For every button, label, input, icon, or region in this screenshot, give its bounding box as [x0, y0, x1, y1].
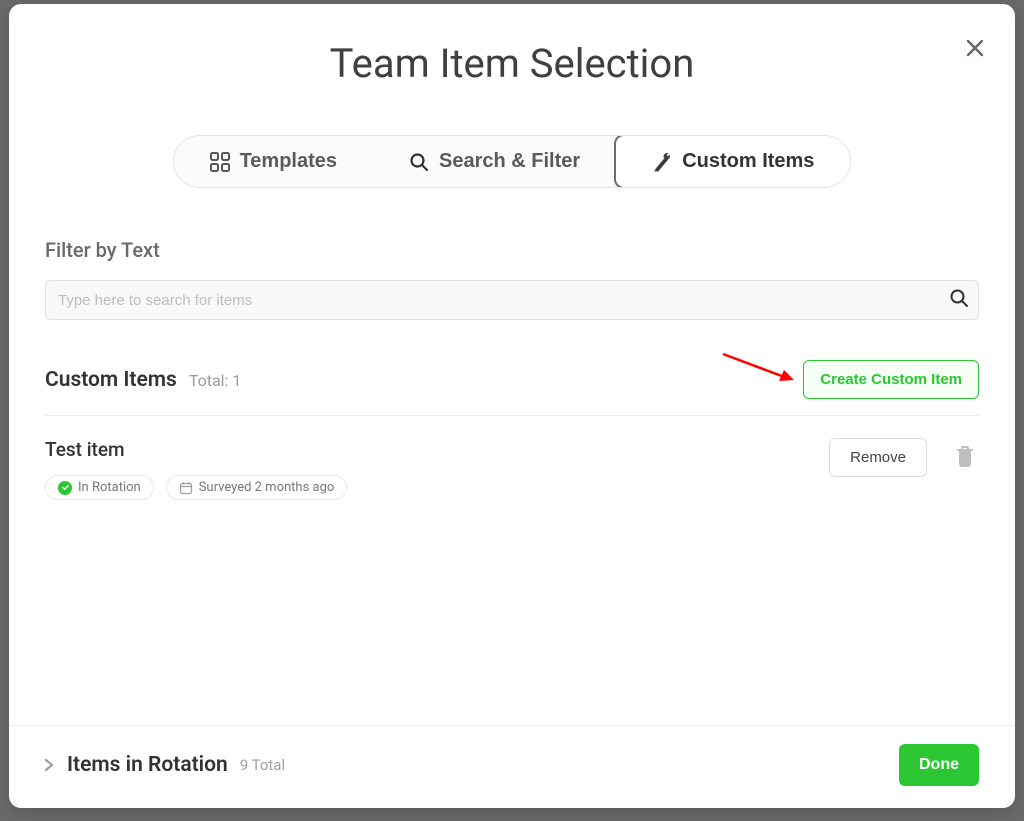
- item-chips: In Rotation Surveyed 2 months ago: [45, 475, 347, 500]
- chip-label: In Rotation: [78, 480, 141, 495]
- tab-group: Templates Search & Filter Custom Items: [173, 135, 852, 188]
- custom-items-total: Total: 1: [189, 371, 242, 390]
- chip-surveyed: Surveyed 2 months ago: [166, 475, 348, 500]
- item-title: Test item: [45, 438, 347, 461]
- items-rotation-toggle[interactable]: Items in Rotation 9 Total: [43, 753, 285, 777]
- custom-items-title: Custom Items: [45, 368, 177, 392]
- search-input[interactable]: [45, 280, 979, 320]
- custom-items-header: Custom Items Total: 1 Create Custom Item: [45, 360, 979, 416]
- tab-templates[interactable]: Templates: [174, 136, 373, 187]
- annotation-arrow: [719, 348, 799, 386]
- footer-title: Items in Rotation: [67, 753, 228, 777]
- chip-rotation: In Rotation: [45, 475, 154, 500]
- chevron-right-icon: [43, 757, 55, 773]
- tab-custom-items[interactable]: Custom Items: [614, 135, 851, 188]
- chip-label: Surveyed 2 months ago: [199, 480, 335, 495]
- modal-footer: Items in Rotation 9 Total Done: [9, 725, 1015, 808]
- trash-icon: [955, 445, 975, 467]
- check-badge-icon: [58, 481, 72, 495]
- done-button[interactable]: Done: [899, 744, 979, 786]
- modal: Team Item Selection Templates Search & F…: [9, 4, 1015, 808]
- tab-search-filter[interactable]: Search & Filter: [373, 136, 616, 187]
- filter-label: Filter by Text: [45, 238, 979, 262]
- tab-label: Custom Items: [682, 150, 814, 173]
- tab-label: Templates: [240, 150, 337, 173]
- grid-icon: [210, 152, 230, 172]
- search-icon: [949, 288, 969, 312]
- close-button[interactable]: [959, 32, 991, 64]
- calendar-icon: [179, 481, 193, 495]
- modal-title: Team Item Selection: [45, 40, 979, 87]
- remove-button[interactable]: Remove: [829, 438, 927, 477]
- footer-subtitle: 9 Total: [240, 756, 285, 774]
- custom-item-row: Test item In Rotation Surveyed 2 months …: [45, 416, 979, 522]
- tab-bar: Templates Search & Filter Custom Items: [45, 135, 979, 188]
- search-container: [45, 280, 979, 320]
- tab-label: Search & Filter: [439, 150, 580, 173]
- delete-button[interactable]: [951, 441, 979, 474]
- close-icon: [966, 39, 984, 57]
- search-icon: [409, 152, 429, 172]
- tools-icon: [652, 152, 672, 172]
- create-custom-item-button[interactable]: Create Custom Item: [803, 360, 979, 399]
